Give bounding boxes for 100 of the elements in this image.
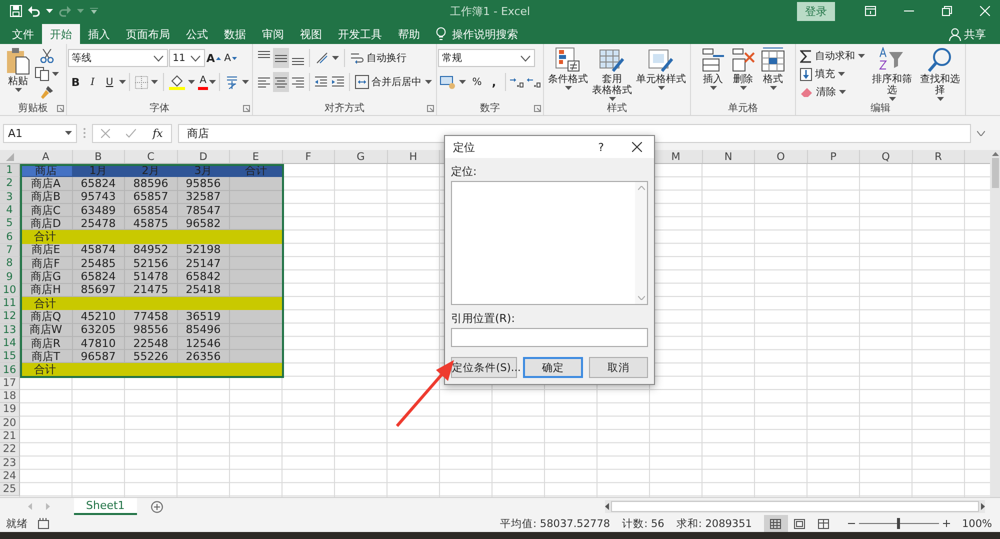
ribbon-display-icon[interactable] xyxy=(865,6,876,16)
comma-button[interactable]: , xyxy=(486,72,502,92)
style-button[interactable]: 套用 表格格式 xyxy=(591,47,633,101)
dialog-launcher-icon[interactable] xyxy=(57,105,64,112)
column-header[interactable]: B xyxy=(72,150,125,163)
row-number[interactable]: 14 xyxy=(0,336,20,350)
column-header[interactable]: O xyxy=(755,150,808,163)
save-icon[interactable] xyxy=(10,5,22,17)
row-number[interactable]: 9 xyxy=(0,270,20,284)
add-sheet-icon[interactable] xyxy=(150,500,163,512)
zoom-slider-thumb[interactable] xyxy=(897,518,900,529)
zoom-out-icon[interactable] xyxy=(848,520,855,527)
row-number[interactable]: 7 xyxy=(0,244,20,258)
style-button[interactable]: 单元格样式 xyxy=(635,47,687,101)
scrollbar[interactable] xyxy=(635,182,647,304)
row-number[interactable]: 19 xyxy=(0,403,20,417)
format-cells-button[interactable]: 格式 xyxy=(759,47,787,100)
accounting-format-button[interactable] xyxy=(438,73,468,91)
row-number[interactable]: 8 xyxy=(0,257,20,270)
shrink-font-button[interactable]: A xyxy=(222,48,239,68)
row-number[interactable]: 23 xyxy=(0,456,20,470)
fill-color-button[interactable] xyxy=(166,73,197,91)
dialog-launcher-icon[interactable] xyxy=(534,105,541,112)
style-button[interactable]: 条件格式 xyxy=(547,47,589,101)
macro-record-icon[interactable] xyxy=(38,518,49,529)
expand-icon[interactable] xyxy=(977,130,985,136)
copy-button[interactable] xyxy=(33,66,61,82)
fill-button[interactable]: 填充 xyxy=(798,65,867,83)
row-number[interactable]: 21 xyxy=(0,430,20,444)
row-number[interactable]: 16 xyxy=(0,363,20,377)
ribbon-tab[interactable]: 插入 xyxy=(80,24,118,44)
sort-filter-button[interactable]: 排序和筛选 xyxy=(869,47,915,101)
dialog-launcher-icon[interactable] xyxy=(427,105,434,112)
row-number[interactable]: 17 xyxy=(0,376,20,390)
help-button[interactable]: ? xyxy=(598,140,604,154)
insert-function-button[interactable]: fx xyxy=(152,126,163,140)
check-icon[interactable] xyxy=(126,128,136,138)
scroll-thumb[interactable] xyxy=(611,501,979,512)
row-number[interactable]: 5 xyxy=(0,217,20,230)
dialog-button[interactable]: 取消 xyxy=(588,357,648,378)
delete-cells-button[interactable]: 删除 xyxy=(729,47,757,100)
sheet-tab[interactable]: Sheet1 xyxy=(74,498,137,515)
row-number[interactable]: 25 xyxy=(0,483,20,496)
row-number[interactable]: 6 xyxy=(0,230,20,244)
column-header[interactable]: C xyxy=(125,150,178,163)
formula-field[interactable]: 商店 xyxy=(178,124,971,142)
sign-in-button[interactable]: 登录 xyxy=(797,2,835,20)
row-number[interactable]: 15 xyxy=(0,350,20,364)
ribbon-tab[interactable]: 审阅 xyxy=(254,24,292,44)
column-header[interactable]: F xyxy=(282,150,335,163)
row-number[interactable]: 12 xyxy=(0,310,20,324)
customize-icon[interactable] xyxy=(90,8,98,14)
row-number[interactable]: 1 xyxy=(0,164,20,178)
insert-cells-button[interactable]: 插入 xyxy=(699,47,727,100)
percent-button[interactable]: % xyxy=(469,72,485,92)
row-number[interactable]: 3 xyxy=(0,190,20,204)
paste-button[interactable]: 粘贴 xyxy=(5,47,31,101)
column-header[interactable]: Q xyxy=(860,150,912,163)
underline-button[interactable]: U xyxy=(102,72,118,92)
share-button[interactable]: 共享 xyxy=(949,24,986,44)
row-number[interactable]: 4 xyxy=(0,204,20,218)
column-header[interactable]: R xyxy=(912,150,965,163)
reference-field[interactable] xyxy=(451,328,648,347)
ribbon-tab[interactable]: 页面布局 xyxy=(118,24,178,44)
column-header[interactable]: N xyxy=(702,150,755,163)
close-icon[interactable] xyxy=(632,142,642,152)
font-size-dropdown[interactable]: 11 xyxy=(168,49,205,67)
ribbon-tab[interactable]: 视图 xyxy=(292,24,330,44)
ribbon-tab[interactable]: 开始 xyxy=(42,24,80,44)
row-number[interactable]: 24 xyxy=(0,470,20,484)
column-header[interactable]: E xyxy=(230,150,282,163)
ribbon-tab[interactable]: 数据 xyxy=(216,24,254,44)
clear-button[interactable]: 清除 xyxy=(798,83,867,101)
row-number[interactable]: 11 xyxy=(0,296,20,310)
align-center-button[interactable] xyxy=(272,72,288,92)
row-number[interactable]: 18 xyxy=(0,390,20,404)
restore-icon[interactable] xyxy=(942,6,952,16)
merge-center-button[interactable]: 合并后居中 xyxy=(352,73,434,91)
normal-view-button[interactable] xyxy=(764,515,788,532)
name-box[interactable]: A1 xyxy=(3,124,77,142)
column-header[interactable]: P xyxy=(808,150,860,163)
column-header[interactable]: A xyxy=(20,150,72,163)
ribbon-tab[interactable]: 帮助 xyxy=(390,24,428,44)
number-format-dropdown[interactable]: 常规 xyxy=(438,49,535,67)
row-number[interactable]: 13 xyxy=(0,324,20,337)
zoom-in-icon[interactable] xyxy=(942,520,950,527)
grow-font-button[interactable]: A xyxy=(206,48,222,68)
font-name-dropdown[interactable]: 等线 xyxy=(68,49,168,67)
dialog-launcher-icon[interactable] xyxy=(243,105,250,112)
column-header[interactable]: G xyxy=(335,150,388,163)
row-number[interactable]: 22 xyxy=(0,443,20,457)
search-field[interactable]: 操作说明搜索 xyxy=(452,26,518,42)
ribbon-tab[interactable]: 文件 xyxy=(4,24,42,44)
vertical-scrollbar[interactable] xyxy=(990,150,1000,497)
scroll-thumb[interactable] xyxy=(992,158,998,188)
row-number[interactable]: 2 xyxy=(0,177,20,191)
autosum-button[interactable]: 自动求和 xyxy=(798,47,867,65)
dialog-button[interactable]: 确定 xyxy=(523,357,583,378)
middle-align-button[interactable] xyxy=(272,48,288,68)
bold-button[interactable]: B xyxy=(68,72,84,92)
